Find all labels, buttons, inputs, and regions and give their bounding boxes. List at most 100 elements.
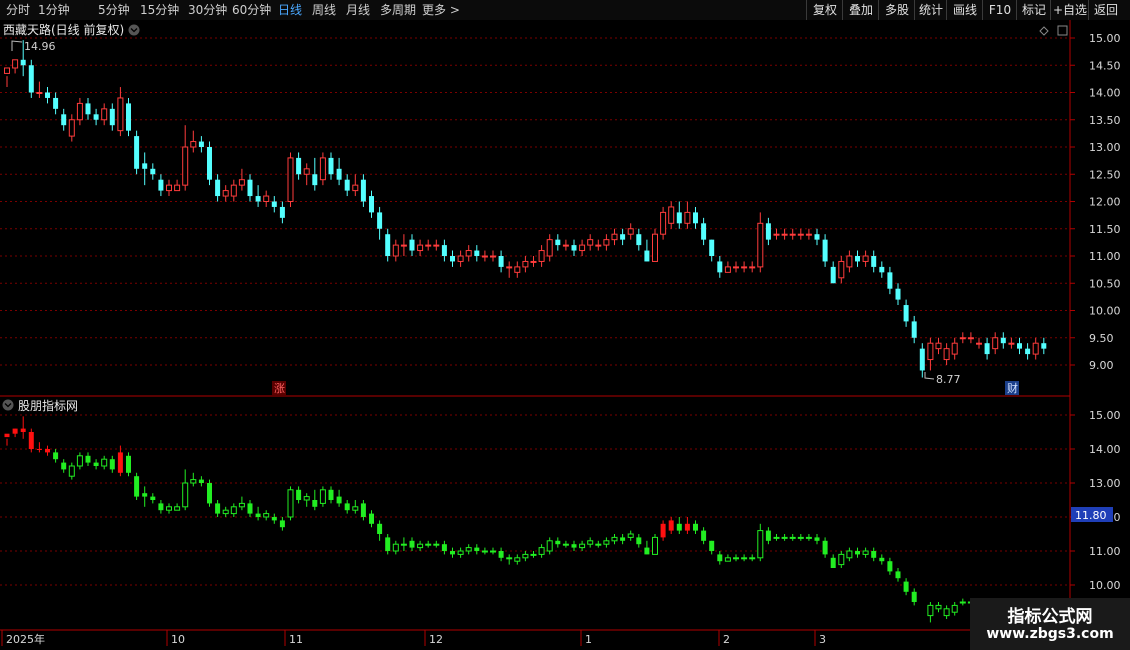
period-tab-daily[interactable]: 日线: [278, 2, 302, 18]
period-tab-1min[interactable]: 1分钟: [38, 2, 70, 18]
indicator-candle-body: [943, 608, 950, 617]
overlay-button[interactable]: 叠加: [842, 0, 879, 20]
candle-body: [967, 337, 974, 340]
indicator-candle-body: [134, 476, 140, 497]
main-axis-label: 10.50: [1089, 277, 1121, 290]
kline-chart[interactable]: 15.00 14.50 14.00 13.50 13.00 12.50 12.00 11.50…: [0, 20, 1130, 650]
indicator-candle-body: [117, 452, 123, 473]
candle-body: [230, 184, 237, 197]
indicator-candle-body: [207, 483, 212, 504]
candle-body: [287, 157, 294, 202]
indicator-candle-body: [287, 489, 294, 518]
candle-body: [450, 256, 455, 262]
candle-body: [976, 342, 982, 345]
candle-body: [134, 136, 140, 169]
candle-body: [409, 239, 415, 251]
indicator-candle-body: [150, 496, 156, 500]
indicator-candle: [652, 534, 658, 555]
candle-body: [919, 348, 925, 371]
candle-body: [717, 261, 723, 273]
candle-body: [781, 233, 788, 236]
candle-body: [855, 256, 860, 262]
main-panel-dropdown-icon[interactable]: [128, 24, 140, 36]
candle-body: [215, 179, 221, 197]
indicator-candle-body: [296, 489, 302, 500]
candle-body: [522, 260, 529, 268]
indicator-candle-body: [12, 428, 18, 434]
indicator-candle: [319, 486, 326, 507]
indicator-candle: [28, 428, 34, 453]
candle-body: [166, 184, 172, 192]
statistics-button[interactable]: 统计: [914, 0, 947, 20]
indicator-candle-body: [676, 523, 682, 531]
add-watchlist-button[interactable]: +自选: [1050, 0, 1089, 20]
indicator-candle-body: [879, 557, 885, 562]
sub-panel-dropdown-icon[interactable]: [2, 399, 14, 411]
indicator-candle-body: [522, 553, 529, 559]
period-tab-timeshare[interactable]: 分时: [6, 2, 30, 18]
indicator-candle-body: [724, 557, 731, 562]
indicator-candle-body: [838, 553, 845, 566]
candle-body: [514, 266, 521, 273]
candle-body: [465, 250, 472, 257]
candle-body: [1017, 343, 1022, 349]
candle-body: [959, 337, 966, 340]
candle-body: [701, 223, 707, 240]
chart-toolbar: 分时 1分钟 5分钟 15分钟 30分钟 60分钟 日线 周线 月线 多周期 更…: [0, 0, 1130, 21]
indicator-candle-body: [538, 547, 545, 555]
indicator-candle-body: [620, 537, 626, 541]
candle-body: [481, 255, 488, 258]
indicator-candle-body: [911, 591, 917, 602]
f10-button[interactable]: F10: [982, 0, 1017, 20]
indicator-candle-body: [562, 543, 569, 546]
candle-body: [377, 212, 383, 229]
indicator-candle-body: [222, 509, 229, 515]
candle-body: [255, 196, 261, 202]
candle-body: [312, 174, 318, 186]
candle-body: [417, 244, 424, 252]
indicator-candle-body: [717, 554, 723, 562]
period-tab-multi[interactable]: 多周期: [380, 2, 416, 18]
indicator-candle-body: [20, 428, 26, 432]
period-tab-monthly[interactable]: 月线: [346, 2, 370, 18]
candle-body: [693, 212, 698, 224]
candle-body: [392, 244, 399, 257]
candle-body: [400, 244, 407, 247]
indicator-candle-body: [400, 543, 407, 546]
indicator-candle-body: [830, 557, 836, 568]
indicator-candle-body: [579, 543, 586, 549]
indicator-candle-body: [76, 455, 83, 467]
candle-body: [627, 228, 634, 235]
multi-stock-button[interactable]: 多股: [878, 0, 915, 20]
restore-rights-button[interactable]: 复权: [806, 0, 843, 20]
candle-body: [724, 266, 731, 273]
event-marker-up-label: 涨: [274, 382, 285, 395]
indicator-candle-body: [693, 523, 698, 531]
period-tab-15min[interactable]: 15分钟: [140, 2, 179, 18]
indicator-candle-body: [781, 536, 788, 539]
indicator-candle-body: [392, 543, 399, 552]
period-tab-5min[interactable]: 5分钟: [98, 2, 130, 18]
indicator-candle: [126, 452, 131, 477]
indicator-candle-body: [4, 433, 10, 438]
candle-body: [93, 114, 99, 120]
main-axis-label: 14.00: [1089, 87, 1121, 100]
indicator-candle-body: [465, 547, 472, 552]
candle: [28, 59, 34, 98]
indicator-candle-body: [733, 557, 739, 560]
candle-body: [733, 266, 739, 269]
period-tab-60min[interactable]: 60分钟: [232, 2, 271, 18]
candle-body: [684, 211, 691, 224]
candle-body: [20, 59, 26, 66]
mark-button[interactable]: 标记: [1016, 0, 1051, 20]
candle-body: [303, 168, 310, 175]
period-tab-weekly[interactable]: 周线: [312, 2, 336, 18]
main-panel-title: 西藏天路(日线 前复权): [3, 22, 124, 37]
draw-line-button[interactable]: 画线: [946, 0, 983, 20]
candle-body: [117, 97, 124, 132]
back-button[interactable]: 返回: [1088, 0, 1123, 20]
indicator-candle-body: [271, 517, 277, 521]
main-axis-label: 13.50: [1089, 114, 1121, 127]
period-tab-more[interactable]: 更多 >: [422, 2, 460, 18]
period-tab-30min[interactable]: 30分钟: [188, 2, 227, 18]
